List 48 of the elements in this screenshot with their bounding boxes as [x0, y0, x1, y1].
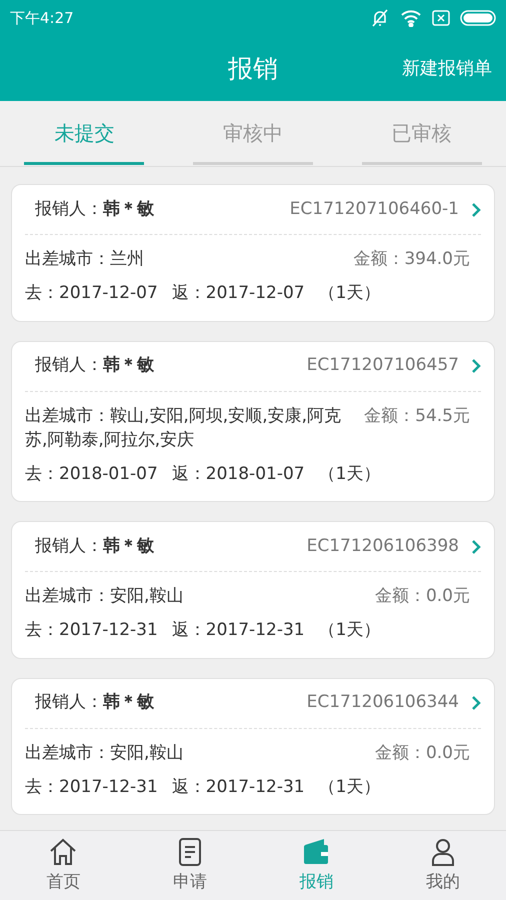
travel-cities: 出差城市：兰州 [25, 248, 144, 271]
return-date: 返：2017-12-31 [172, 619, 305, 642]
departure-date: 去：2017-12-31 [25, 619, 158, 642]
tab[interactable]: 未提交 [0, 101, 169, 166]
amount: 金额：0.0元 [374, 742, 470, 764]
travel-cities: 出差城市：鞍山,安阳,阿坝,安顺,安康,阿克苏,阿勒泰,阿拉尔,安庆 [25, 404, 342, 452]
nav-tab[interactable]: 申请 [126, 831, 253, 900]
chevron-right-icon [471, 358, 481, 374]
claim-card[interactable]: 报销人：韩＊敏 EC171207106457 出差城市：鞍山,安阳,阿坝,安顺,安康,阿克苏,阿勒泰,阿拉尔,安庆 金额：54.5元 去：2018-01-07 返：2018-01-07 （1天） [11, 340, 495, 502]
trip-duration: （1天） [318, 462, 380, 486]
page-title: 报销 [228, 52, 278, 85]
trip-duration: （1天） [318, 619, 380, 642]
nav-tab[interactable]: 首页 [0, 831, 126, 900]
chevron-right-icon [471, 538, 481, 554]
return-date: 返：2017-12-31 [172, 776, 305, 798]
claim-number: EC171206106344 [306, 691, 459, 714]
mute-icon [370, 9, 390, 27]
return-date: 返：2017-12-07 [172, 282, 305, 305]
claimant: 报销人：韩＊敏 [34, 534, 154, 558]
trip-duration: （1天） [318, 282, 380, 305]
new-claim-button[interactable]: 新建报销单 [402, 55, 492, 82]
claim-number: EC171207106460-1 [290, 198, 459, 221]
chevron-right-icon [471, 202, 481, 218]
amount: 金额：54.5元 [364, 404, 470, 428]
trip-duration: （1天） [318, 776, 380, 798]
wifi-icon [400, 9, 422, 27]
sim-icon [432, 10, 450, 26]
claim-card[interactable]: 报销人：韩＊敏 EC171207106460-1 出差城市：兰州 金额：394.0元 去：2017-12-07 返：2017-12-07 （1天） [11, 184, 495, 322]
nav-tab[interactable]: 我的 [380, 831, 506, 900]
return-date: 返：2018-01-07 [172, 462, 305, 486]
travel-cities: 出差城市：安阳,鞍山 [25, 585, 184, 608]
chevron-right-icon [471, 695, 481, 711]
departure-date: 去：2017-12-07 [25, 282, 158, 305]
claim-number: EC171207106457 [306, 354, 459, 378]
claim-card[interactable]: 报销人：韩＊敏 EC171206106344 出差城市：安阳,鞍山 金额：0.0元 去：2017-12-31 返：2017-12-31 （1天） [11, 678, 495, 815]
nav-tab[interactable]: 报销 [253, 831, 380, 900]
battery-icon [460, 10, 496, 26]
amount: 金额：394.0元 [353, 248, 470, 271]
departure-date: 去：2017-12-31 [25, 776, 158, 798]
status-time: 下午4:27 [10, 8, 74, 29]
claim-card[interactable]: 报销人：韩＊敏 EC171206106398 出差城市：安阳,鞍山 金额：0.0元 去：2017-12-31 返：2017-12-31 （1天） [11, 521, 495, 658]
claim-number: EC171206106398 [306, 534, 459, 558]
claimant: 报销人：韩＊敏 [34, 691, 154, 714]
amount: 金额：0.0元 [374, 585, 470, 608]
claimant: 报销人：韩＊敏 [34, 354, 154, 378]
travel-cities: 出差城市：安阳,鞍山 [25, 742, 184, 764]
departure-date: 去：2018-01-07 [25, 462, 158, 486]
claimant: 报销人：韩＊敏 [34, 198, 154, 221]
